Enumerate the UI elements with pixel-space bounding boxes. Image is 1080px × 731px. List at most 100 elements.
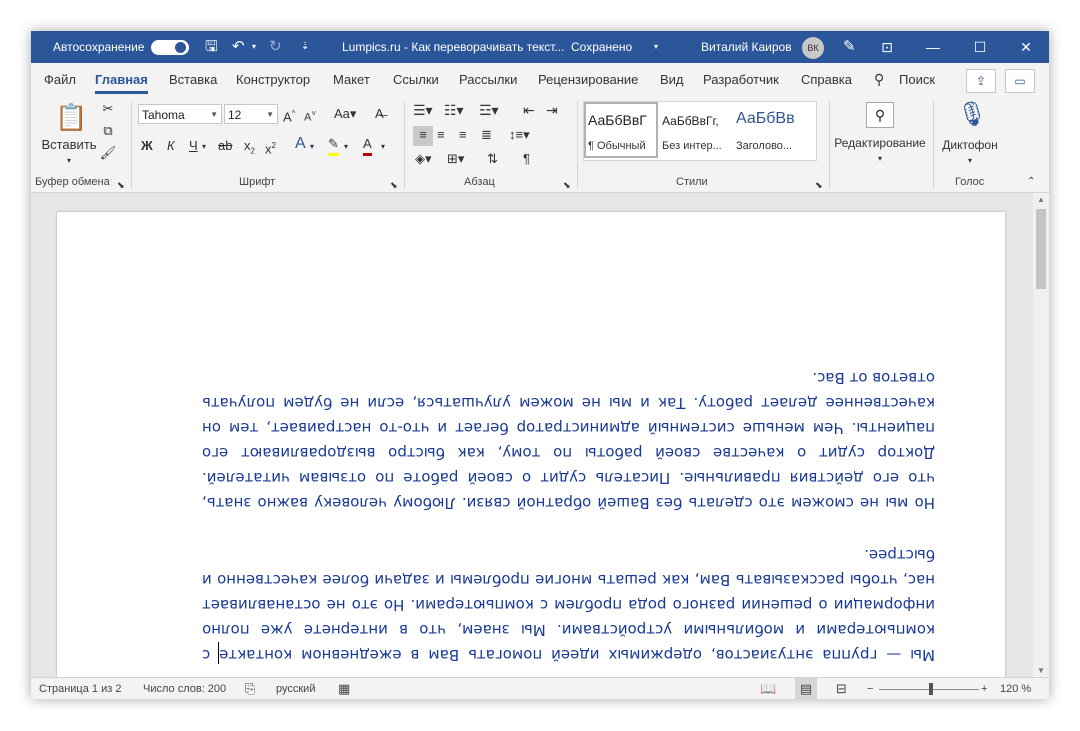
style-heading-1[interactable]: АаБбВв Заголово... <box>732 102 806 158</box>
paragraph-launcher-icon[interactable]: ⬊ <box>563 176 571 194</box>
tab-view[interactable]: Вид <box>660 63 684 96</box>
ribbon-display-options-icon[interactable]: ⊡ <box>864 31 910 63</box>
tab-mailings[interactable]: Рассылки <box>459 63 517 96</box>
style-normal[interactable]: АаБбВвГ ¶ Обычный <box>584 102 658 158</box>
clear-formatting-icon[interactable]: A̶ <box>375 105 384 123</box>
bold-button[interactable]: Ж <box>141 137 153 155</box>
chevron-down-icon[interactable]: ▾ <box>344 138 348 156</box>
print-layout-icon[interactable]: ▤ <box>795 678 817 699</box>
maximize-icon[interactable]: ☐ <box>957 31 1003 63</box>
font-group-label: Шрифт <box>239 176 276 188</box>
scroll-down-icon[interactable]: ▼ <box>1033 666 1049 675</box>
format-painter-icon[interactable]: 🖌 <box>99 144 117 162</box>
decrease-indent-icon[interactable]: ⇤ <box>523 101 535 119</box>
save-icon[interactable]: 🖫 <box>205 31 218 63</box>
cut-icon[interactable]: ✂ <box>99 100 117 118</box>
italic-button[interactable]: К <box>167 137 175 155</box>
dictate-dropdown-icon[interactable]: ▾ <box>937 152 1003 170</box>
align-center-icon[interactable]: ≡ <box>437 126 445 144</box>
undo-dropdown-icon[interactable]: ▾ <box>252 31 256 63</box>
superscript-icon[interactable]: x2 <box>265 137 276 158</box>
underline-button[interactable]: Ч <box>189 137 198 155</box>
chevron-down-icon[interactable]: ▾ <box>310 138 314 156</box>
paste-dropdown-icon[interactable]: ▾ <box>41 152 97 170</box>
customize-qat-icon[interactable]: ⇣ <box>301 31 309 63</box>
rotated-text-block[interactable]: Мы — группа энтузиастов, одержимых идеей… <box>202 338 935 667</box>
close-icon[interactable]: ✕ <box>1003 31 1049 63</box>
vertical-scrollbar[interactable]: ▲ ▼ <box>1033 193 1049 677</box>
font-color-icon[interactable]: A <box>363 135 372 156</box>
text-effects-icon[interactable]: A <box>295 135 306 153</box>
tab-file[interactable]: Файл <box>44 63 76 96</box>
styles-launcher-icon[interactable]: ⬊ <box>815 176 823 194</box>
scroll-up-icon[interactable]: ▲ <box>1033 195 1049 204</box>
subscript-icon[interactable]: x2 <box>244 137 255 161</box>
redo-icon[interactable]: ↻ <box>269 31 282 63</box>
change-case-icon[interactable]: Aa▾ <box>334 105 356 123</box>
tab-review[interactable]: Рецензирование <box>538 63 638 96</box>
paragraph-1: Мы — группа энтузиастов, одержимых идеей… <box>202 546 935 664</box>
tab-help[interactable]: Справка <box>801 63 852 96</box>
zoom-level[interactable]: 120 % <box>1000 678 1031 699</box>
tab-references[interactable]: Ссылки <box>393 63 439 96</box>
autosave-toggle[interactable] <box>151 40 189 55</box>
search-label[interactable]: Поиск <box>899 63 935 96</box>
zoom-slider-thumb[interactable] <box>929 683 933 695</box>
tab-layout[interactable]: Макет <box>333 63 370 96</box>
undo-icon[interactable]: ↶ <box>232 31 245 63</box>
tab-home[interactable]: Главная <box>95 63 148 96</box>
font-name-select[interactable]: Tahoma ▼ <box>138 104 222 124</box>
align-left-icon[interactable]: ≡ <box>413 126 433 146</box>
strikethrough-icon[interactable]: ab <box>218 137 232 155</box>
highlight-icon[interactable]: ✎ <box>328 135 339 156</box>
avatar[interactable]: ВК <box>802 37 824 59</box>
show-marks-icon[interactable]: ¶ <box>523 150 530 168</box>
justify-icon[interactable]: ≣ <box>481 126 492 144</box>
chevron-down-icon[interactable]: ▾ <box>381 138 385 156</box>
tab-developer[interactable]: Разработчик <box>703 63 779 96</box>
share-icon[interactable]: ⇪ <box>966 69 996 93</box>
borders-icon[interactable]: ⊞▾ <box>447 150 464 168</box>
proofing-icon[interactable]: ⎘ <box>245 678 255 699</box>
save-status[interactable]: Сохранено <box>571 31 632 63</box>
sort-icon[interactable]: ⇅ <box>487 150 498 168</box>
user-name[interactable]: Виталий Каиров <box>701 31 792 63</box>
line-spacing-icon[interactable]: ↕≡▾ <box>509 126 530 144</box>
read-mode-icon[interactable]: 📖 <box>760 678 776 699</box>
web-layout-icon[interactable]: ⊟ <box>836 678 847 699</box>
search-icon[interactable]: ⚲ <box>874 63 884 96</box>
page-indicator[interactable]: Страница 1 из 2 <box>39 678 121 699</box>
increase-indent-icon[interactable]: ⇥ <box>546 101 558 119</box>
style-no-spacing[interactable]: АаБбВвГг, Без интер... <box>658 102 732 158</box>
zoom-out-icon[interactable]: − <box>867 678 873 699</box>
grow-font-icon[interactable]: A^ <box>283 105 295 126</box>
accessibility-icon[interactable]: ▦ <box>338 678 350 699</box>
zoom-in-icon[interactable]: + <box>981 678 987 699</box>
tab-insert[interactable]: Вставка <box>169 63 217 96</box>
find-icon[interactable]: ⚲ <box>866 102 894 128</box>
document-page[interactable]: Мы — группа энтузиастов, одержимых идеей… <box>57 212 1005 692</box>
comments-icon[interactable]: ▭ <box>1005 69 1035 93</box>
font-launcher-icon[interactable]: ⬊ <box>390 176 398 194</box>
align-right-icon[interactable]: ≡ <box>459 126 467 144</box>
underline-dropdown-icon[interactable]: ▾ <box>202 138 206 156</box>
copy-icon[interactable]: ⧉ <box>99 122 117 140</box>
microphone-icon[interactable]: 🎙 <box>957 100 987 129</box>
language-indicator[interactable]: русский <box>276 678 315 699</box>
designer-icon[interactable]: ✎ <box>843 31 856 63</box>
scroll-thumb[interactable] <box>1036 209 1046 289</box>
clipboard-launcher-icon[interactable]: ⬊ <box>117 176 125 194</box>
font-size-select[interactable]: 12 ▼ <box>224 104 278 124</box>
bullets-icon[interactable]: ☰▾ <box>413 101 433 119</box>
numbering-icon[interactable]: ☷▾ <box>444 101 464 119</box>
tab-design[interactable]: Конструктор <box>236 63 310 96</box>
collapse-ribbon-icon[interactable]: ⌃ <box>1027 173 1035 191</box>
editing-dropdown-icon[interactable]: ▾ <box>834 150 926 168</box>
paste-icon[interactable]: 📋 <box>55 102 87 133</box>
word-count[interactable]: Число слов: 200 <box>143 678 226 699</box>
minimize-icon[interactable]: — <box>910 31 956 63</box>
shrink-font-icon[interactable]: A˅ <box>304 105 316 127</box>
multilevel-list-icon[interactable]: ☲▾ <box>479 101 499 119</box>
shading-icon[interactable]: ◈▾ <box>415 150 432 168</box>
chevron-down-icon[interactable]: ▾ <box>654 31 658 63</box>
